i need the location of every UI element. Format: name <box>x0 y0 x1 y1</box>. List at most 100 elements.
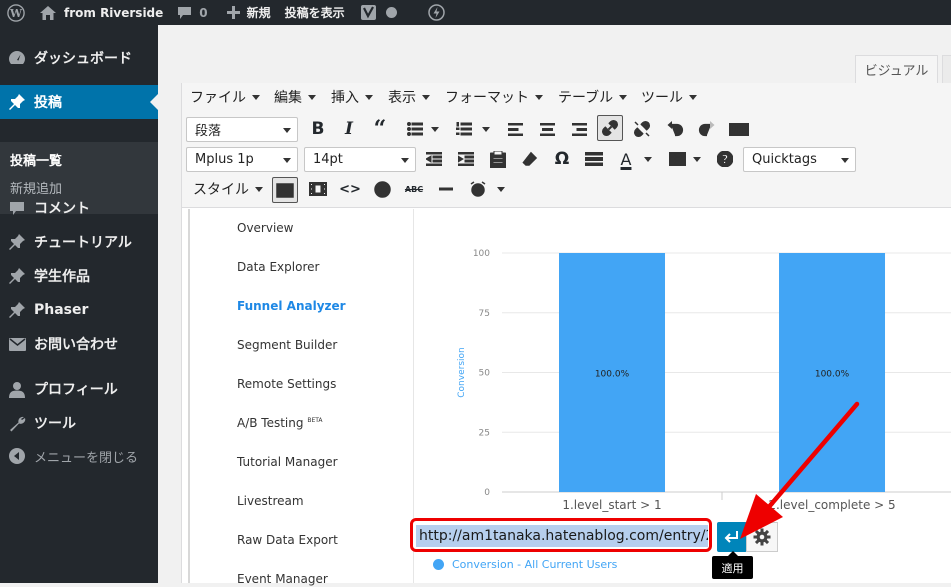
sidebar-item-phaser[interactable]: Phaser <box>0 293 158 327</box>
insert-image-button[interactable] <box>272 177 298 203</box>
eraser-icon <box>522 151 538 166</box>
menu-insert[interactable]: 挿入 <box>331 88 373 106</box>
clear-formatting-button[interactable] <box>517 146 543 172</box>
smiley-icon <box>373 180 391 198</box>
sidebar-item-profile[interactable]: プロフィール <box>0 372 158 406</box>
user-icon <box>0 381 34 398</box>
new-content-link[interactable]: 新規 <box>215 0 278 25</box>
horizontal-line-button[interactable] <box>433 176 459 202</box>
comments-link[interactable]: 0 <box>170 0 214 25</box>
sidebar-item-label: Phaser <box>34 302 89 318</box>
spellcheck-button[interactable]: ABC <box>401 176 427 202</box>
yoast-seo-icon[interactable] <box>352 0 404 25</box>
text-color-dropdown[interactable] <box>644 157 652 162</box>
x-tick-label: 2.level_complete > 5 <box>768 498 895 512</box>
submenu-item-all-posts[interactable]: 投稿一覧 <box>10 150 62 169</box>
editor-tab-bar <box>158 25 951 83</box>
sidebar-item-tutorials[interactable]: チュートリアル <box>0 225 158 259</box>
sidebar-item-label: お問い合わせ <box>34 337 118 353</box>
tab-visual[interactable]: ビジュアル <box>855 55 938 83</box>
menu-table[interactable]: テーブル <box>558 88 628 106</box>
sidebar-item-dashboard[interactable]: ダッシュボード <box>0 41 158 75</box>
text-color-icon: A <box>620 149 632 169</box>
table-icon <box>668 152 686 166</box>
quicktags-select[interactable]: Quicktags <box>743 147 856 172</box>
help-icon: ? <box>717 151 733 167</box>
sidebar-item-comments[interactable]: コメント <box>0 191 158 225</box>
insert-link-button[interactable] <box>597 115 623 141</box>
comment-bubble-icon <box>177 6 192 20</box>
align-left-button[interactable] <box>502 116 528 142</box>
insert-media-button[interactable] <box>305 176 331 202</box>
apply-tooltip: 適用 <box>712 551 753 579</box>
indent-icon <box>458 152 474 166</box>
redo-button[interactable] <box>694 116 720 142</box>
nav-item-remote-settings: Remote Settings <box>237 377 337 391</box>
table-dropdown[interactable] <box>693 157 701 162</box>
source-code-button[interactable]: <> <box>337 176 363 202</box>
insert-time-dropdown[interactable] <box>497 187 505 192</box>
tab-text[interactable] <box>942 55 951 83</box>
seo-status-dot-icon <box>385 7 397 18</box>
table-button[interactable] <box>664 146 690 172</box>
menu-tools[interactable]: ツール <box>641 88 697 106</box>
svg-text:W: W <box>9 7 23 20</box>
numbered-list-dropdown[interactable] <box>482 127 490 132</box>
bullet-list-button[interactable] <box>402 116 428 142</box>
undo-icon <box>667 121 684 137</box>
align-center-button[interactable] <box>534 116 560 142</box>
nav-item-event-manager: Event Manager <box>237 572 328 586</box>
help-button[interactable]: ? <box>712 146 738 172</box>
wrench-icon <box>0 415 34 432</box>
blockquote-button[interactable]: “ <box>367 116 393 142</box>
sidebar-item-posts[interactable]: 投稿 <box>0 85 158 119</box>
menu-format[interactable]: フォーマット <box>445 88 543 106</box>
wordpress-logo-icon[interactable]: W <box>0 0 32 25</box>
collapse-menu-button[interactable]: メニューを閉じる <box>0 439 158 473</box>
numbered-list-button[interactable] <box>451 116 477 142</box>
sidebar-item-label: ツール <box>34 416 76 432</box>
italic-button[interactable]: I <box>336 116 362 142</box>
bar-data-label: 100.0% <box>595 370 630 380</box>
undo-button[interactable] <box>662 116 688 142</box>
sidebar-item-student-works[interactable]: 学生作品 <box>0 259 158 293</box>
link-url-input[interactable] <box>416 525 708 547</box>
sidebar-item-tools[interactable]: ツール <box>0 406 158 440</box>
font-family-select[interactable]: Mplus 1p <box>186 147 298 172</box>
nav-item-data-explorer: Data Explorer <box>237 260 320 274</box>
y-tick-label: 75 <box>479 309 490 319</box>
font-size-select[interactable]: 14pt <box>304 147 416 172</box>
special-character-button[interactable]: Ω <box>549 146 575 172</box>
menu-view[interactable]: 表示 <box>388 88 430 106</box>
pin-icon <box>0 93 34 111</box>
strikethrough-abc-icon: ABC <box>404 184 424 194</box>
insert-time-button[interactable] <box>465 176 491 202</box>
x-tick-label: 1.level_start > 1 <box>562 498 661 512</box>
paste-text-button[interactable] <box>485 146 511 172</box>
jetpack-bolt-icon[interactable] <box>404 0 452 25</box>
style-menu[interactable]: スタイル <box>193 180 263 198</box>
text-color-button[interactable]: A <box>613 146 639 172</box>
apply-link-button[interactable] <box>717 522 747 552</box>
site-name-link[interactable]: from Riverside <box>32 0 170 25</box>
format-select[interactable]: 段落 <box>186 117 298 142</box>
gear-icon <box>753 528 771 546</box>
indent-button[interactable] <box>453 146 479 172</box>
toolbar-toggle-button[interactable] <box>726 116 752 142</box>
comments-count: 0 <box>199 5 208 20</box>
bullet-list-dropdown[interactable] <box>431 127 439 132</box>
bold-button[interactable]: B <box>305 116 331 142</box>
link-options-button[interactable] <box>746 522 778 552</box>
quote-icon: “ <box>373 116 387 142</box>
menu-file[interactable]: ファイル <box>190 88 260 106</box>
sidebar-item-contact[interactable]: お問い合わせ <box>0 327 158 361</box>
emoticons-button[interactable] <box>369 176 395 202</box>
legend-swatch <box>433 559 444 570</box>
menu-edit[interactable]: 編集 <box>274 88 316 106</box>
outdent-button[interactable] <box>421 146 447 172</box>
view-post-link[interactable]: 投稿を表示 <box>278 0 352 25</box>
horizontal-rule-button[interactable] <box>581 146 607 172</box>
remove-link-button[interactable] <box>629 116 655 142</box>
y-tick-label: 50 <box>479 369 491 379</box>
align-right-button[interactable] <box>566 116 592 142</box>
